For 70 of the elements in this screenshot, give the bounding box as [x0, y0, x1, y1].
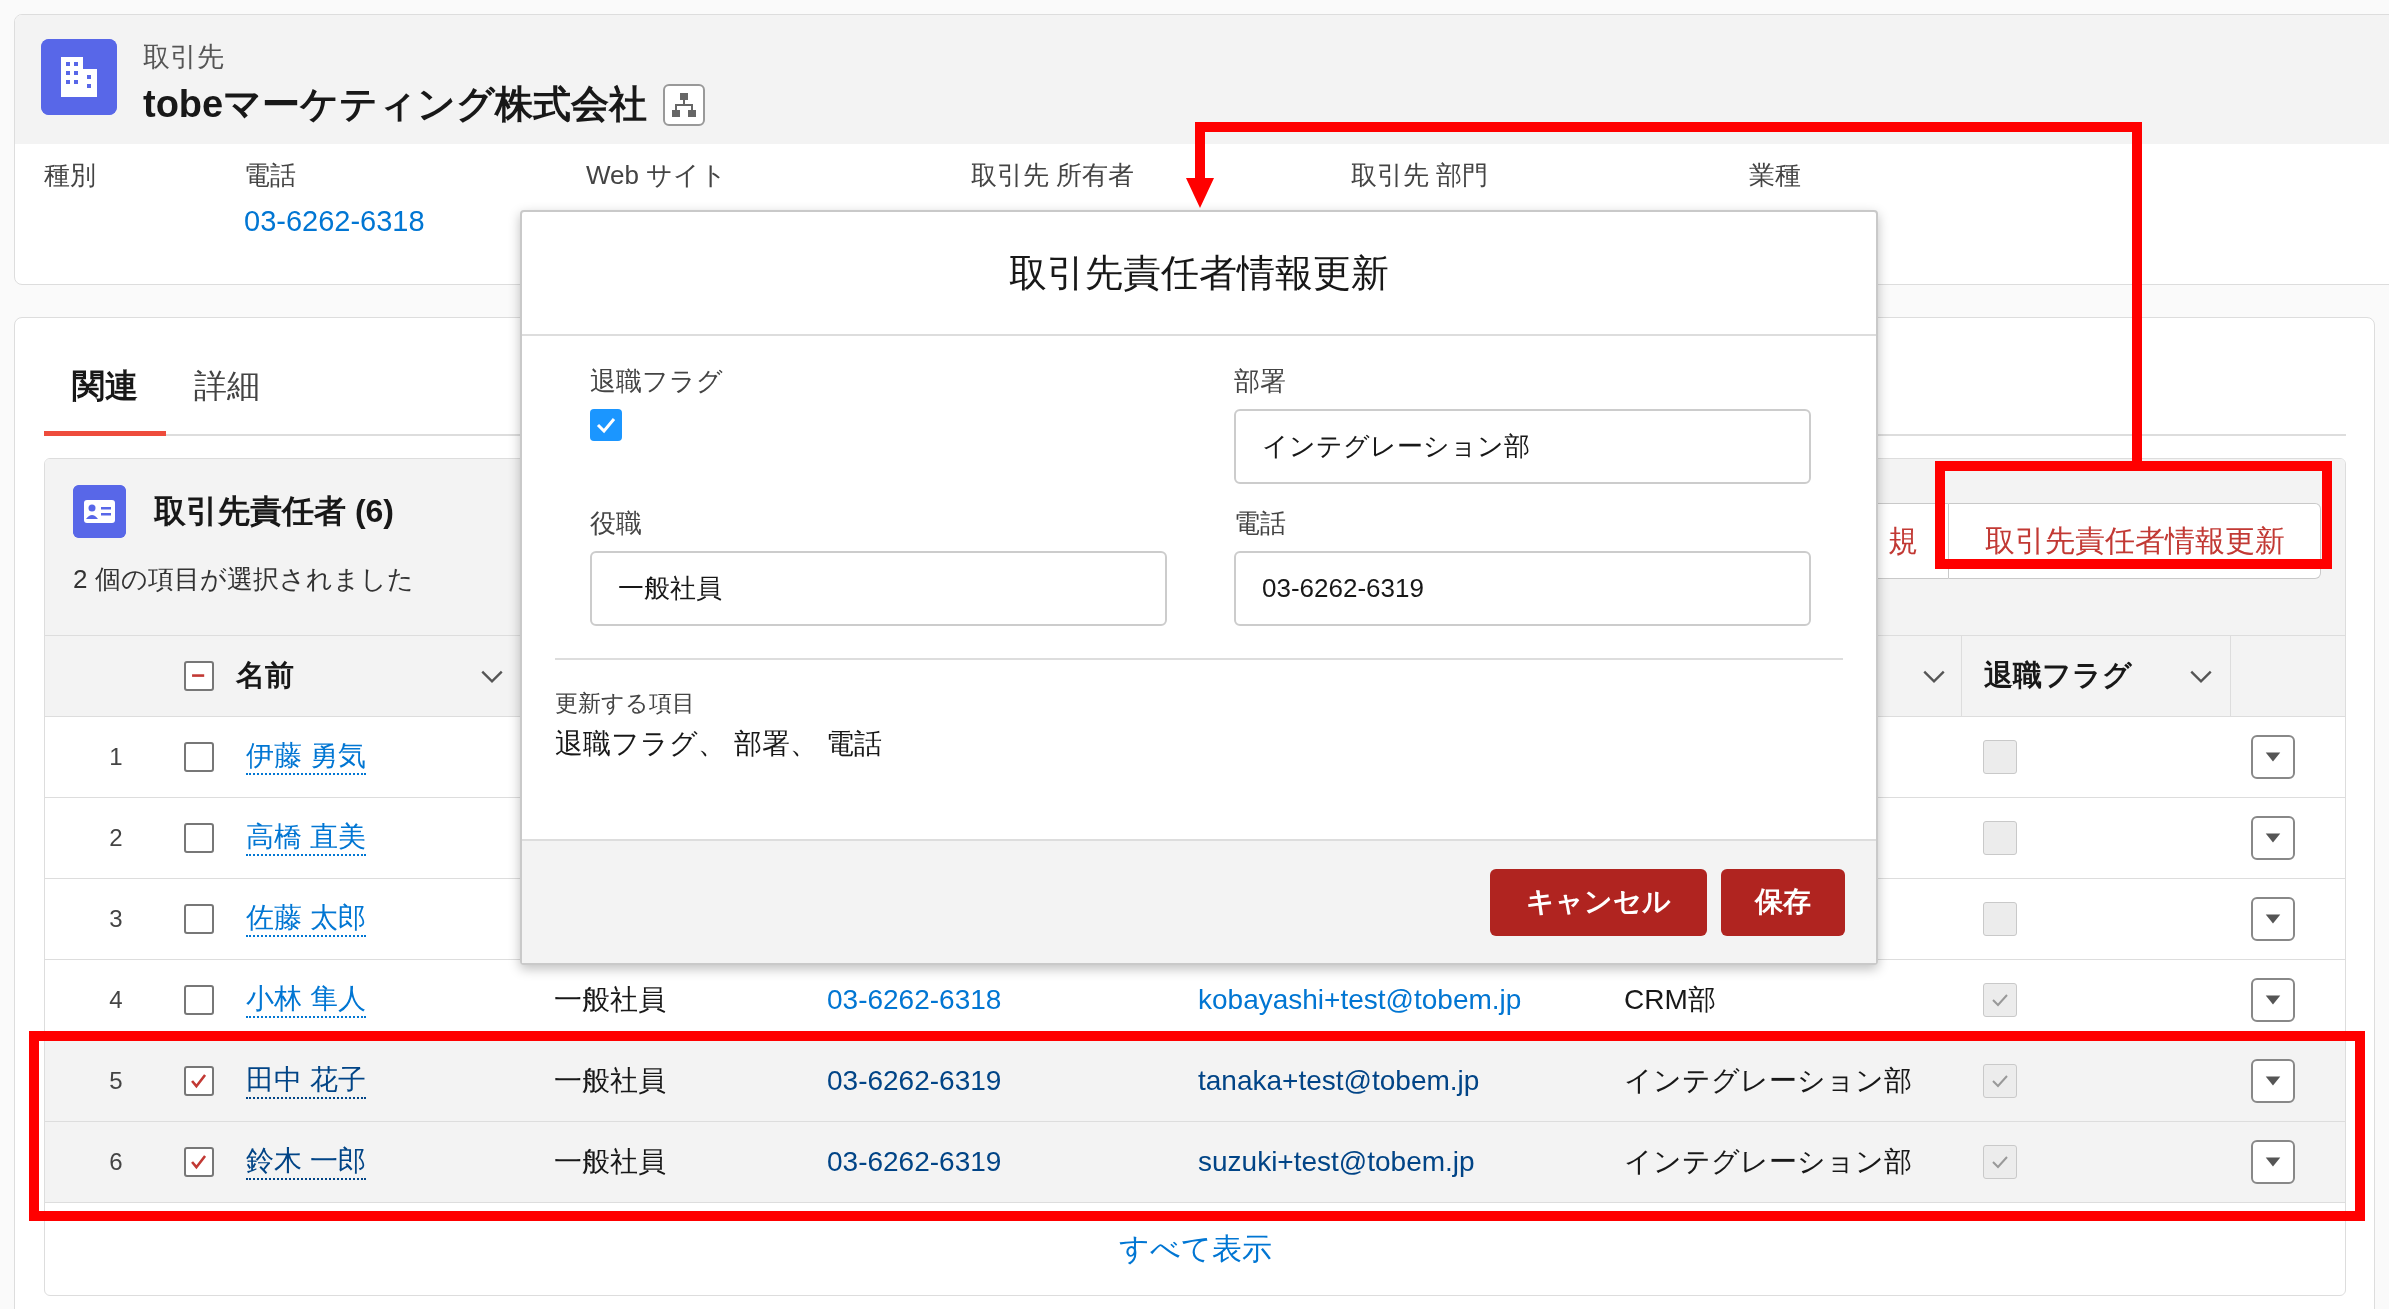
row-checkbox[interactable]: [183, 904, 214, 934]
input-field[interactable]: 一般社員: [590, 551, 1167, 626]
row-checkbox[interactable]: [183, 985, 214, 1015]
phone-link[interactable]: 03-6262-6318: [827, 984, 1002, 1016]
select-all-checkbox[interactable]: [183, 661, 214, 691]
row-number: 6: [109, 1148, 123, 1176]
row-checkbox[interactable]: [183, 823, 214, 853]
hierarchy-icon[interactable]: [663, 83, 706, 126]
selection-info: 2 個の項目が選択されました: [73, 563, 414, 596]
column-header[interactable]: 名前: [236, 656, 294, 696]
input-field[interactable]: 03-6262-6319: [1234, 551, 1811, 626]
tab[interactable]: 詳細: [166, 364, 288, 436]
contact-name-link[interactable]: 田中 花子: [246, 1063, 366, 1099]
record-title: tobeマーケティング株式会社: [143, 82, 648, 127]
row-number: 3: [109, 905, 123, 933]
row-actions-dropdown[interactable]: [2251, 816, 2295, 860]
dialog-title: 取引先責任者情報更新: [1009, 250, 1389, 296]
row-actions-dropdown[interactable]: [2251, 978, 2295, 1022]
field-label: 業種: [1749, 159, 1802, 192]
field-label: 種別: [44, 159, 97, 192]
save-button[interactable]: 保存: [1721, 868, 1845, 936]
related-list-title: 取引先責任者 (6): [154, 491, 394, 531]
cancel-button[interactable]: キャンセル: [1490, 868, 1707, 936]
field-label: 取引先 所有者: [971, 159, 1136, 192]
view-all-link[interactable]: すべて表示: [1118, 1228, 1272, 1270]
field-label: 電話: [1234, 507, 1287, 540]
row-number: 2: [109, 824, 123, 852]
field-label: 退職フラグ: [590, 365, 724, 398]
table-row[interactable]: 5 田中 花子 一般社員 03-6262-6319 tanaka+test@tobem.jp インテグレーション部: [45, 1041, 2345, 1122]
table-cell-text: CRM部: [1624, 983, 1716, 1017]
row-number: 1: [109, 743, 123, 771]
row-actions-dropdown[interactable]: [2251, 897, 2295, 941]
row-number: 4: [109, 986, 123, 1014]
record-type: 取引先: [143, 41, 225, 74]
field-label: 部署: [1234, 365, 1287, 398]
building-icon: [41, 39, 117, 115]
column-header[interactable]: 退職フラグ: [1984, 656, 2132, 696]
row-checkbox[interactable]: [183, 1066, 214, 1096]
phone-link[interactable]: 03-6262-6319: [827, 1065, 1002, 1097]
email-link[interactable]: kobayashi+test@tobem.jp: [1198, 984, 1522, 1016]
table-cell-text: 一般社員: [554, 1064, 666, 1098]
row-actions-dropdown[interactable]: [2251, 1140, 2295, 1184]
field-label: 役職: [590, 507, 643, 540]
table-cell-text: インテグレーション部: [1624, 1064, 1912, 1098]
table-cell-text: 一般社員: [554, 1145, 666, 1179]
row-actions-dropdown[interactable]: [2251, 1059, 2295, 1103]
contact-name-link[interactable]: 高橋 直美: [246, 820, 366, 856]
row-checkbox[interactable]: [183, 742, 214, 772]
input-field[interactable]: インテグレーション部: [1234, 409, 1811, 484]
row-actions-dropdown[interactable]: [2251, 735, 2295, 779]
update-caption: 更新する項目: [555, 689, 696, 718]
phone-link[interactable]: 03-6262-6319: [827, 1146, 1002, 1178]
table-cell-text: インテグレーション部: [1624, 1145, 1912, 1179]
contact-name-link[interactable]: 伊藤 勇気: [246, 739, 366, 775]
email-link[interactable]: suzuki+test@tobem.jp: [1198, 1146, 1475, 1178]
row-checkbox[interactable]: [183, 1147, 214, 1177]
contact-name-link[interactable]: 鈴木 一郎: [246, 1144, 366, 1180]
field-label: Web サイト: [586, 159, 729, 192]
contact-name-link[interactable]: 佐藤 太郎: [246, 901, 366, 937]
table-cell-text: 一般社員: [554, 983, 666, 1017]
checkbox[interactable]: [590, 409, 622, 441]
row-number: 5: [109, 1067, 123, 1095]
email-link[interactable]: tanaka+test@tobem.jp: [1198, 1065, 1480, 1097]
contact-card-icon: [73, 485, 126, 538]
update-items: 退職フラグ、 部署、 電話: [555, 727, 883, 761]
contact-name-link[interactable]: 小林 隼人: [246, 982, 366, 1018]
tab[interactable]: 関連: [44, 364, 166, 436]
field-label: 取引先 部門: [1351, 159, 1490, 192]
field-label: 電話: [244, 159, 297, 192]
table-row[interactable]: 6 鈴木 一郎 一般社員 03-6262-6319 suzuki+test@tobem.jp インテグレーション部: [45, 1122, 2345, 1203]
